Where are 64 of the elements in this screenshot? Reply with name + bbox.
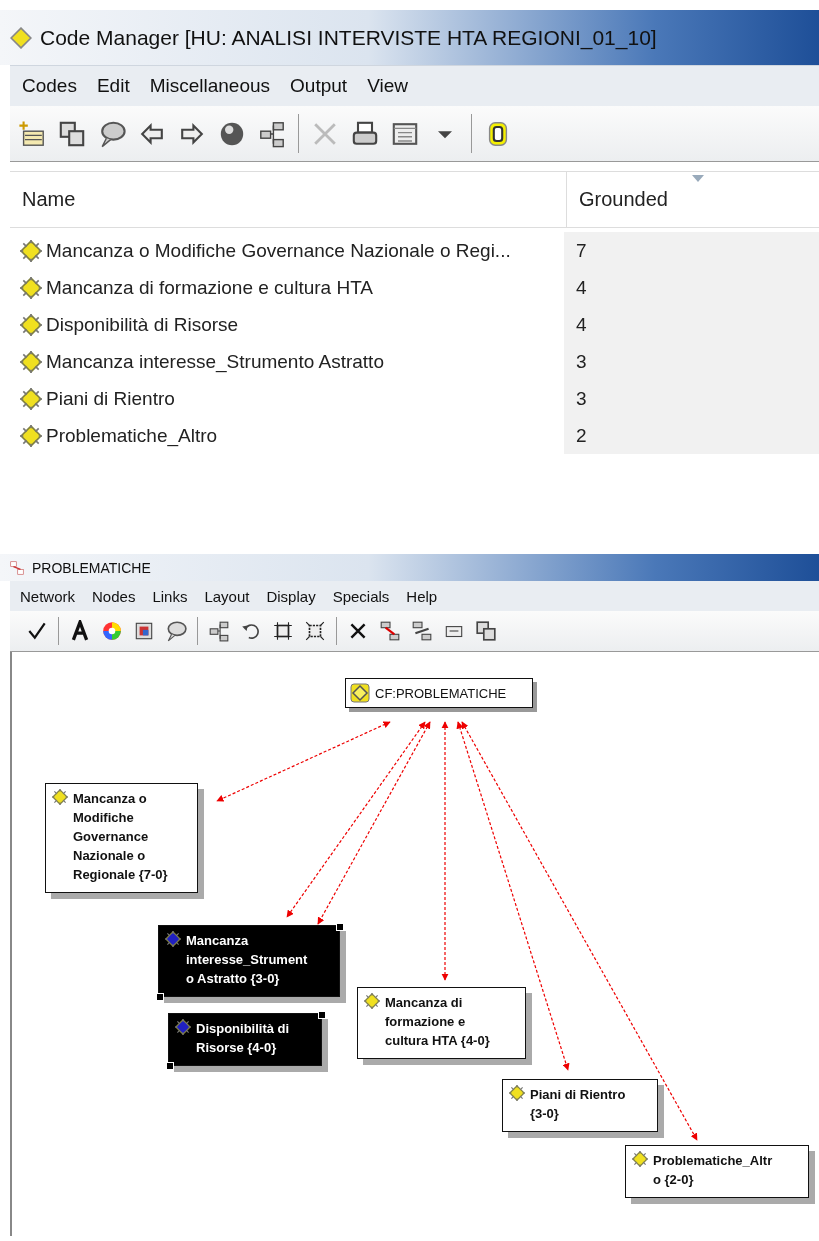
window-title: PROBLEMATICHE <box>32 559 151 576</box>
table-cell: 2 <box>564 417 819 454</box>
table-cell: Mancanza di formazione e cultura HTA <box>46 276 374 299</box>
grid-icon[interactable] <box>304 620 326 642</box>
table-cell: 3 <box>564 343 819 380</box>
menu-item[interactable]: Codes <box>22 75 77 97</box>
network-icon <box>10 560 24 575</box>
link-icon[interactable] <box>411 620 433 642</box>
code-icon <box>165 931 181 947</box>
speech-bubble-icon[interactable] <box>98 119 126 148</box>
table-cell: 4 <box>564 269 819 306</box>
menu-item[interactable]: View <box>367 75 408 97</box>
column-header[interactable]: Name <box>10 172 566 227</box>
column-header[interactable]: Grounded <box>566 172 819 227</box>
table-cell: 7 <box>564 232 819 269</box>
speech-bubble-icon[interactable] <box>165 620 187 642</box>
menu-item[interactable]: Layout <box>204 587 250 605</box>
copy-icon[interactable] <box>58 119 86 148</box>
code-icon <box>632 1151 648 1167</box>
new-code-icon[interactable] <box>18 119 46 148</box>
code-icon <box>20 313 42 336</box>
selection-handle[interactable] <box>318 1011 326 1019</box>
check-icon[interactable] <box>26 620 48 642</box>
table-cell: Mancanza interesse_Strumento Astratto <box>46 350 384 373</box>
diamond-icon <box>10 26 32 49</box>
code-icon <box>20 387 42 410</box>
tree-icon[interactable] <box>258 119 286 148</box>
window-title: Code Manager [HU: ANALISI INTERVISTE HTA REGIONI_01_10] <box>40 25 657 50</box>
font-icon[interactable] <box>69 620 91 642</box>
code-icon <box>364 993 380 1009</box>
selection-handle[interactable] <box>166 1062 174 1070</box>
menu-item[interactable]: Help <box>406 587 438 605</box>
code-icon <box>509 1085 525 1101</box>
menu-item[interactable]: Links <box>152 587 188 605</box>
menu-item[interactable]: Miscellaneous <box>149 75 271 97</box>
menu-item[interactable]: Display <box>266 587 316 605</box>
table-cell: 3 <box>564 380 819 417</box>
color-wheel-icon[interactable] <box>101 620 123 642</box>
code-icon <box>20 424 42 447</box>
family-icon <box>350 683 370 703</box>
sort-icon <box>692 175 704 182</box>
code-icon <box>175 1019 191 1035</box>
copy-icon[interactable] <box>475 620 497 642</box>
menu-item[interactable]: Network <box>20 587 75 605</box>
code-icon <box>52 789 68 805</box>
code-icon <box>20 276 42 299</box>
image-icon[interactable] <box>133 620 155 642</box>
grid-icon[interactable] <box>272 620 294 642</box>
print-icon[interactable] <box>351 119 379 148</box>
table-cell: Disponibilità di Risorse <box>46 313 239 336</box>
menu-item[interactable]: Specials <box>332 587 390 605</box>
selection-handle[interactable] <box>156 993 164 1001</box>
tree-icon[interactable] <box>208 620 230 642</box>
code-icon <box>20 350 42 373</box>
table-cell: Mancanza o Modifiche Governance Nazionale o Regi... <box>46 239 511 262</box>
menu-item[interactable]: Output <box>290 75 348 97</box>
selection-handle[interactable] <box>336 923 344 931</box>
table-cell: 4 <box>564 306 819 343</box>
menu-item[interactable]: Edit <box>96 75 130 97</box>
table-cell: Problematiche_Altro <box>46 424 218 447</box>
table-cell: Piani di Rientro <box>46 387 175 410</box>
code-icon <box>20 239 42 262</box>
menu-item[interactable]: Nodes <box>92 587 136 605</box>
link-icon[interactable] <box>379 620 401 642</box>
